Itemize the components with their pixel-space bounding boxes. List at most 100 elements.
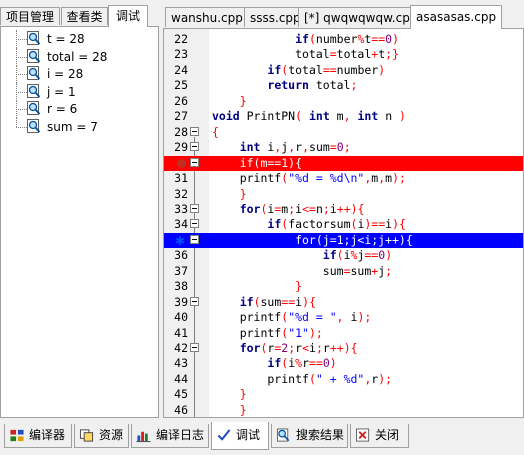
code-text: if(i%j==0) [322, 248, 393, 263]
code-text: if(sum==i){ [239, 294, 316, 309]
code-text: if(factorsum(i)==i){ [267, 217, 406, 232]
line-number: 46 [174, 402, 188, 417]
fold-toggle-icon[interactable] [190, 343, 199, 352]
code-text: } [239, 402, 247, 417]
code-line[interactable]: 36 if(i%j==0) [164, 248, 523, 263]
tab-debug[interactable]: 调试 [108, 5, 148, 27]
code-text: sum=sum+j; [212, 263, 393, 278]
code-line[interactable]: 34 if(factorsum(i)==i){ [164, 217, 523, 232]
code-line[interactable]: 39 if(sum==i){ [164, 294, 523, 310]
watch-variable-icon [27, 66, 41, 80]
line-number: 44 [174, 371, 188, 386]
bottom-tab-label: 编译器 [29, 428, 66, 442]
watch-value: t = 28 [47, 32, 85, 46]
fold-toggle-icon[interactable] [190, 126, 199, 136]
tab-qwqwqwqw-cpp[interactable]: [*] qwqwqwqw.cpp [298, 7, 424, 27]
bottom-tab-label: 资源 [99, 428, 124, 442]
watch-value: i = 28 [47, 67, 84, 81]
tree-line [16, 56, 27, 58]
code-text: if(number%t==0) [295, 32, 400, 46]
code-line[interactable]: 33 for(i=m;i<=n;i++){ [164, 201, 523, 217]
watch-value: total = 28 [47, 49, 108, 64]
code-editor[interactable]: 22 if(number%t==0) 23 total=total+t;} 24 i… [163, 28, 524, 418]
code-line[interactable]: 44 printf(" + %d",r); [164, 371, 523, 387]
code-text: } [295, 279, 303, 294]
bottom-tab-close[interactable]: 关闭 [350, 424, 409, 448]
line-number: 32 [174, 186, 188, 201]
tab-project-manager[interactable]: 项目管理 [0, 7, 60, 25]
tree-line [16, 117, 17, 127]
code-line[interactable]: 30 if(m==1){ [164, 155, 523, 171]
bottom-tab-label: 调试 [236, 428, 261, 442]
code-text: if(i%r==0) [267, 356, 337, 371]
line-number: 39 [174, 294, 188, 309]
compile-log-icon [136, 431, 151, 443]
tree-line [16, 74, 27, 75]
code-text: total=total+t;} [212, 47, 399, 62]
watch-variable-icon [27, 101, 41, 115]
line-number: 34 [174, 217, 188, 232]
watch-variable-icon [27, 48, 41, 63]
line-number: 38 [174, 279, 188, 294]
fold-toggle-icon[interactable] [190, 142, 199, 152]
code-line[interactable]: 29 int i,j,r,sum=0; [164, 140, 523, 155]
code-text: for(j=1;j<i;j++){ [212, 232, 413, 247]
code-line[interactable]: 35✱ for(j=1;j<i;j++){ [164, 232, 523, 249]
code-text: printf(" + %d",r); [212, 371, 393, 386]
code-line[interactable]: 25 return total; [164, 78, 523, 93]
bottom-tab-label: 搜索结果 [296, 428, 345, 442]
code-line[interactable]: 31 printf("%d = %d\n",m,m); [164, 171, 523, 186]
code-line[interactable]: 37 sum=sum+j; [164, 263, 523, 279]
tab-asasasas-cpp[interactable]: asasasas.cpp [410, 5, 503, 29]
compiler-icon [10, 429, 24, 442]
code-line[interactable]: 24 if(total==number) [164, 62, 523, 78]
breakpoint-icon[interactable] [177, 158, 186, 168]
code-line[interactable]: 26 } [164, 93, 523, 109]
code-line[interactable]: 42 for(r=2;r<i;r++){ [164, 341, 523, 356]
watch-variable-icon [27, 118, 41, 133]
code-text: if(total==number) [267, 62, 386, 77]
tree-line [16, 126, 27, 128]
watch-value: r = 6 [47, 102, 78, 116]
bottom-tab-debug[interactable]: 调试 [211, 422, 269, 450]
line-number: 33 [174, 201, 188, 216]
fold-toggle-icon[interactable] [190, 157, 199, 167]
fold-toggle-icon[interactable] [190, 234, 199, 244]
code-line[interactable]: 28 { [164, 124, 523, 140]
code-text: for(r=2;r<i;r++){ [239, 341, 358, 355]
code-line[interactable]: 46 } [164, 402, 523, 417]
code-line[interactable]: 43 if(i%r==0) [164, 356, 523, 371]
bottom-tab-resources[interactable]: 资源 [74, 424, 129, 448]
code-line[interactable]: 27 void PrintPN( int m, int n ) [164, 109, 523, 124]
code-text: printf("%d = %d\n",m,m); [212, 171, 406, 186]
line-number: 28 [174, 124, 188, 139]
line-number: 45 [174, 387, 188, 402]
tab-class-view[interactable]: 查看类 [61, 7, 108, 25]
code-line[interactable]: 23 total=total+t;} [164, 47, 523, 62]
tree-line [16, 91, 27, 93]
bottom-tab-compiler[interactable]: 编译器 [4, 424, 72, 448]
bottom-tab-search-results[interactable]: 搜索结果 [271, 424, 348, 448]
code-line[interactable]: 41 printf("1"); [164, 326, 523, 341]
bottom-tab-label: 关闭 [375, 428, 400, 442]
code-line[interactable]: 38 } [164, 279, 523, 294]
code-line[interactable]: 40 printf("%d = ", i); [164, 310, 523, 325]
bottom-tab-bar: 编译器 资源 编译日志 调试 搜索结果 关闭 [0, 420, 524, 455]
line-number: 42 [174, 341, 188, 355]
code-line[interactable]: 32 } [164, 186, 523, 202]
tab-wanshu-cpp[interactable]: wanshu.cpp [165, 7, 249, 27]
code-line[interactable]: 45 } [164, 387, 523, 402]
code-line[interactable]: 22 if(number%t==0) [164, 32, 523, 47]
fold-toggle-icon[interactable] [190, 219, 199, 229]
editor-tabs: wanshu.cpp ssss.cpp [*] qwqwqwqw.cpp asa… [163, 5, 524, 29]
line-number: 40 [174, 310, 188, 325]
bottom-tab-compile-log[interactable]: 编译日志 [131, 424, 209, 448]
code-text: } [239, 186, 247, 201]
line-number: 26 [174, 93, 188, 108]
fold-toggle-icon[interactable] [190, 203, 199, 213]
fold-toggle-icon[interactable] [190, 296, 199, 306]
line-number: 23 [174, 47, 188, 62]
left-panel-tabs: 项目管理 查看类 调试 [0, 5, 160, 27]
watch-variable-icon [27, 31, 41, 45]
debug-icon [217, 429, 231, 441]
